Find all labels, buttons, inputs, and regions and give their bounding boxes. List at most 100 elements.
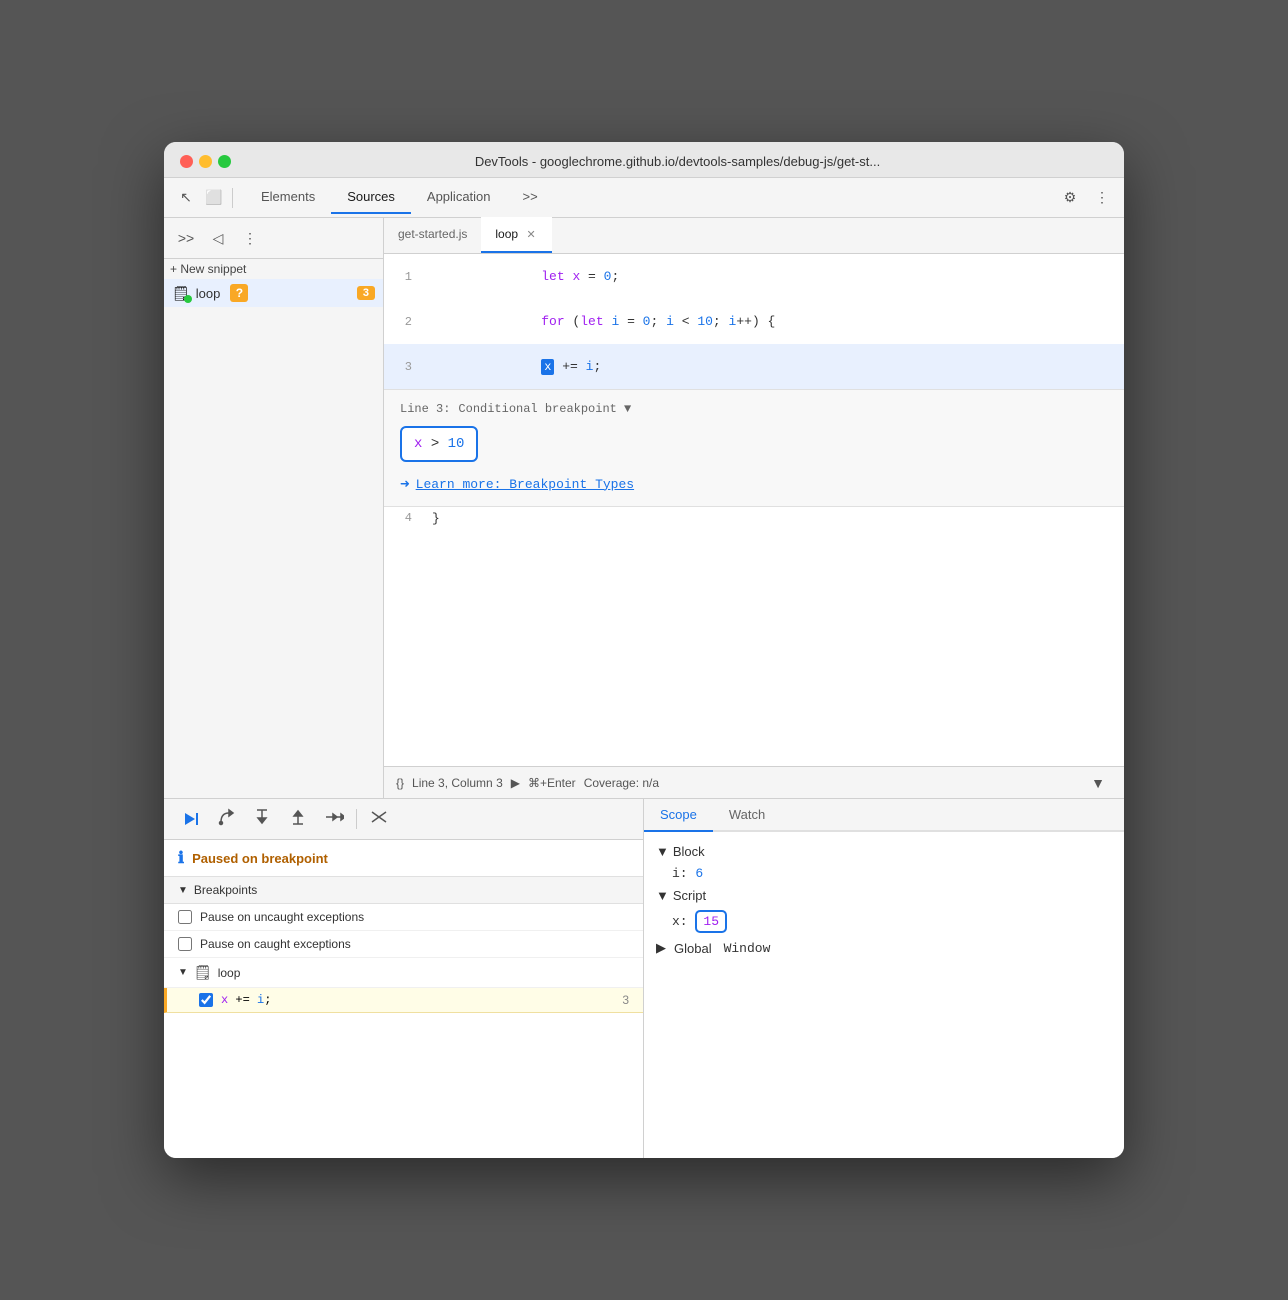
- global-label: Global: [674, 941, 712, 956]
- pause-caught-row: Pause on caught exceptions: [164, 931, 643, 958]
- bp-input-x: x: [414, 436, 422, 452]
- sidebar-expand-button[interactable]: >>: [172, 224, 200, 252]
- device-toggle-button[interactable]: ⬜: [200, 184, 228, 212]
- block-label: Block: [673, 844, 705, 859]
- code-lines: 1 let x = 0; 2 for (let i = 0; i < 10; i…: [384, 254, 1124, 766]
- code-line-2: 2 for (let i = 0; i < 10; i++) {: [384, 299, 1124, 344]
- settings-button[interactable]: ⚙: [1056, 184, 1084, 212]
- close-loop-tab-button[interactable]: ✕: [524, 227, 538, 241]
- scope-global-row[interactable]: ▶ Global Window: [644, 936, 1124, 960]
- bp-condition-input[interactable]: x > 10: [400, 426, 478, 462]
- bp-type-label: Conditional breakpoint ▼: [458, 402, 631, 416]
- scope-script-x: x: 15: [644, 907, 1124, 936]
- main-tabs: Elements Sources Application >>: [245, 181, 554, 214]
- scope-block-i: i: 6: [644, 863, 1124, 884]
- sidebar-file-loop[interactable]: 🗒 loop ? 3: [164, 279, 383, 307]
- sidebar-history-button[interactable]: ◁: [204, 224, 232, 252]
- step-into-button[interactable]: [248, 805, 276, 833]
- tab-watch[interactable]: Watch: [713, 799, 781, 832]
- breakpoint-file-triangle: ▼: [178, 967, 188, 978]
- breakpoints-section-header[interactable]: ▼ Breakpoints: [164, 877, 643, 904]
- debug-left-panel: ℹ Paused on breakpoint ▼ Breakpoints Pau…: [164, 799, 644, 1158]
- tab-label-loop: loop: [495, 227, 518, 241]
- pause-caught-checkbox[interactable]: [178, 937, 192, 951]
- tab-scope[interactable]: Scope: [644, 799, 713, 832]
- tab-sources[interactable]: Sources: [331, 181, 411, 214]
- format-button[interactable]: {}: [396, 776, 404, 790]
- paused-text: Paused on breakpoint: [192, 851, 328, 866]
- deactivate-button[interactable]: [365, 805, 393, 833]
- tab-elements[interactable]: Elements: [245, 181, 331, 214]
- sidebar-more-button[interactable]: ⋮: [236, 224, 264, 252]
- line-content-3: x += i;: [424, 344, 601, 389]
- debug-right-panel: Scope Watch ▼ Block i: 6 ▼ Script: [644, 799, 1124, 1158]
- run-button[interactable]: ▶: [511, 776, 520, 790]
- editor-area: get-started.js loop ✕ 1 let x = 0;: [384, 218, 1124, 798]
- status-bar-options-button[interactable]: ▼: [1084, 769, 1112, 797]
- tab-application[interactable]: Application: [411, 181, 507, 214]
- breakpoints-label: Breakpoints: [194, 883, 257, 897]
- conditional-breakpoint-badge: ?: [230, 284, 248, 302]
- debug-toolbar: [164, 799, 643, 840]
- pause-uncaught-checkbox[interactable]: [178, 910, 192, 924]
- toolbar-right: ⚙ ⋮: [1056, 184, 1116, 212]
- bp-line-label: Line 3:: [400, 402, 450, 416]
- line-number-2: 2: [384, 315, 424, 329]
- step-out-icon: [289, 808, 307, 830]
- breakpoint-entry: x += i; 3: [164, 988, 643, 1013]
- block-triangle: ▼: [656, 844, 669, 859]
- tab-label-get-started: get-started.js: [398, 227, 467, 241]
- file-tabs: get-started.js loop ✕: [384, 218, 1124, 254]
- pointer-tool-button[interactable]: ↖: [172, 184, 200, 212]
- scope-watch-tabs: Scope Watch: [644, 799, 1124, 832]
- sidebar-toolbar: >> ◁ ⋮: [164, 218, 383, 259]
- maximize-button[interactable]: [218, 155, 231, 168]
- step-out-button[interactable]: [284, 805, 312, 833]
- scope-i-val: 6: [695, 866, 703, 881]
- shortcut-label: ⌘+Enter: [528, 776, 576, 790]
- scope-script-header[interactable]: ▼ Script: [644, 884, 1124, 907]
- code-editor[interactable]: 1 let x = 0; 2 for (let i = 0; i < 10; i…: [384, 254, 1124, 766]
- pause-caught-label: Pause on caught exceptions: [200, 937, 351, 951]
- deactivate-icon: [370, 808, 388, 830]
- breakpoint-count-badge: 3: [357, 286, 375, 300]
- minimize-button[interactable]: [199, 155, 212, 168]
- tab-loop[interactable]: loop ✕: [481, 217, 552, 253]
- coverage-label: Coverage: n/a: [584, 776, 659, 790]
- line-content-1: let x = 0;: [424, 254, 619, 299]
- device-icon: ⬜: [205, 189, 222, 206]
- pause-uncaught-row: Pause on uncaught exceptions: [164, 904, 643, 931]
- status-bar-left: {} Line 3, Column 3 ▶ ⌘+Enter Coverage: …: [396, 776, 659, 790]
- new-snippet-button[interactable]: + New snippet: [164, 259, 383, 279]
- learn-more-link[interactable]: Learn more: Breakpoint Types: [416, 477, 634, 492]
- status-bar-right: ▼: [1084, 769, 1112, 797]
- breakpoint-checkbox[interactable]: [199, 993, 213, 1007]
- info-icon: ℹ: [178, 848, 184, 868]
- code-line-3: 3 x += i;: [384, 344, 1124, 389]
- step-button[interactable]: [320, 805, 348, 833]
- main-toolbar: ↖ ⬜ Elements Sources Application >> ⚙ ⋮: [164, 178, 1124, 218]
- title-bar: DevTools - googlechrome.github.io/devtoo…: [164, 142, 1124, 178]
- triangle-icon: ▼: [178, 885, 188, 896]
- script-triangle: ▼: [656, 888, 669, 903]
- breakpoint-file-header[interactable]: ▼ 🗒 loop: [164, 958, 643, 988]
- resume-button[interactable]: [176, 805, 204, 833]
- breakpoint-popup: Line 3: Conditional breakpoint ▼ x > 10 …: [384, 389, 1124, 507]
- traffic-lights: [180, 155, 231, 168]
- toolbar-divider: [232, 188, 233, 208]
- scope-block-header[interactable]: ▼ Block: [644, 840, 1124, 863]
- status-bar: {} Line 3, Column 3 ▶ ⌘+Enter Coverage: …: [384, 766, 1124, 798]
- tab-more[interactable]: >>: [507, 181, 554, 214]
- line-number-4: 4: [384, 511, 424, 525]
- position-label: Line 3, Column 3: [412, 776, 503, 790]
- content-area: >> ◁ ⋮ + New snippet 🗒 loop ? 3 get-star…: [164, 218, 1124, 798]
- breakpoint-line-num: 3: [622, 993, 629, 1007]
- scope-x-val: 15: [703, 914, 719, 929]
- bp-learn-more: ➜ Learn more: Breakpoint Types: [400, 474, 1108, 494]
- close-button[interactable]: [180, 155, 193, 168]
- more-options-button[interactable]: ⋮: [1088, 184, 1116, 212]
- step-over-button[interactable]: [212, 805, 240, 833]
- file-name: loop: [196, 286, 221, 301]
- tab-get-started[interactable]: get-started.js: [384, 217, 481, 253]
- step-into-icon: [253, 808, 271, 830]
